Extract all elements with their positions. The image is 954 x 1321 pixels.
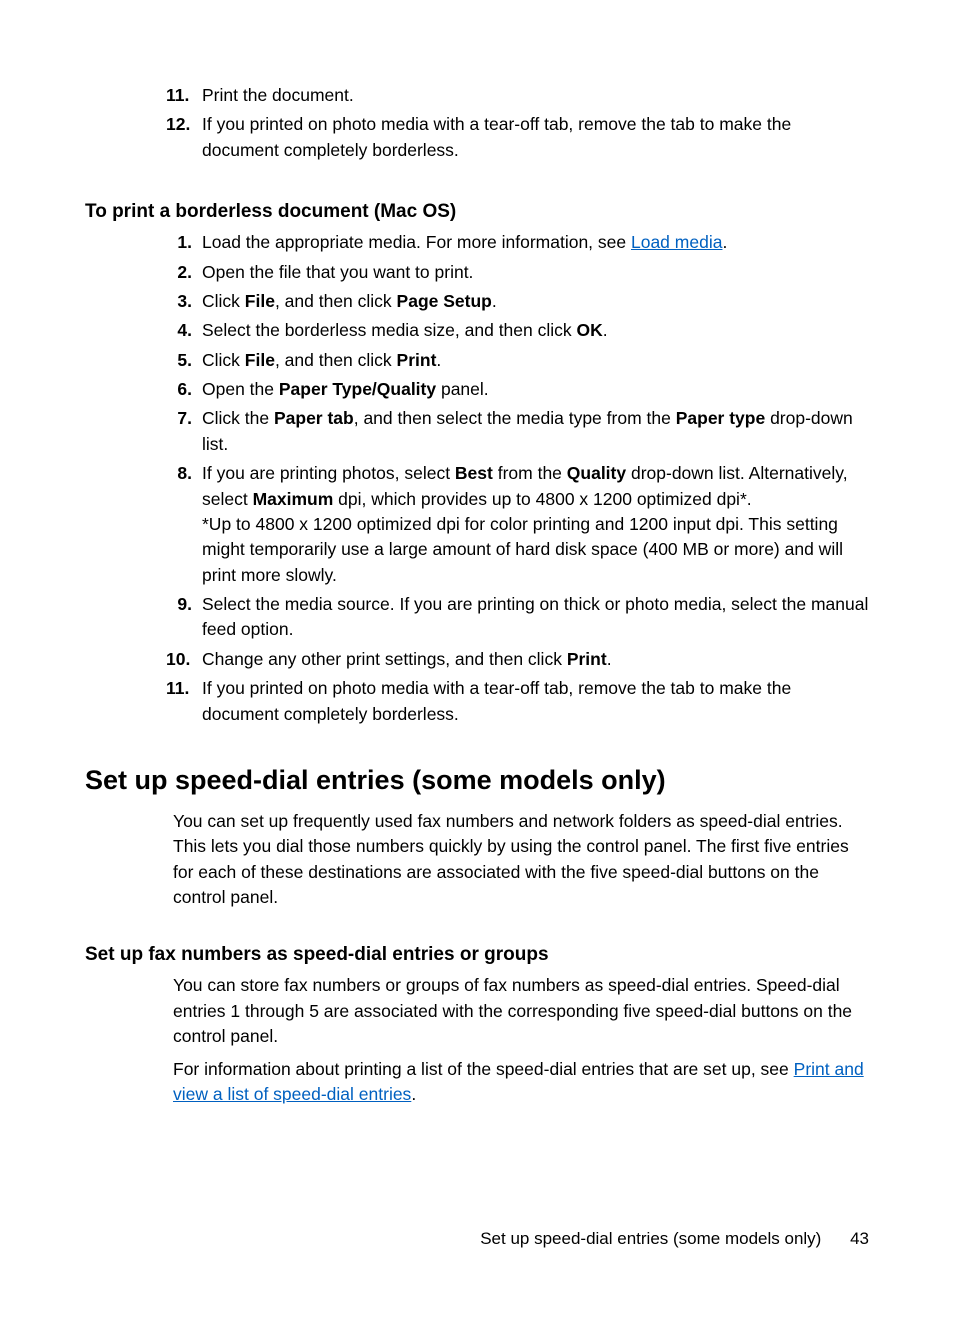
- speed-dial-intro: You can set up frequently used fax numbe…: [173, 809, 869, 911]
- step-number: 3.: [166, 289, 202, 314]
- step-text: Load the appropriate media. For more inf…: [202, 230, 869, 255]
- footer-section-title: Set up speed-dial entries (some models o…: [480, 1229, 821, 1248]
- mac-step-8: 8. If you are printing photos, select Be…: [166, 461, 869, 588]
- step-number: 1.: [166, 230, 202, 255]
- load-media-link[interactable]: Load media: [631, 232, 722, 252]
- step-12: 12. If you printed on photo media with a…: [166, 112, 869, 163]
- step-text: Open the file that you want to print.: [202, 260, 869, 285]
- step-text: Change any other print settings, and the…: [202, 647, 869, 672]
- step-text: If you printed on photo media with a tea…: [202, 112, 869, 163]
- step-number: 2.: [166, 260, 202, 285]
- mac-step-6: 6. Open the Paper Type/Quality panel.: [166, 377, 869, 402]
- mac-os-heading: To print a borderless document (Mac OS): [85, 201, 869, 223]
- mac-step-9: 9. Select the media source. If you are p…: [166, 592, 869, 643]
- page-number: 43: [850, 1229, 869, 1248]
- step-number: 11.: [166, 676, 202, 727]
- step-number: 6.: [166, 377, 202, 402]
- step-number: 5.: [166, 348, 202, 373]
- mac-step-1: 1. Load the appropriate media. For more …: [166, 230, 869, 255]
- mac-step-5: 5. Click File, and then click Print.: [166, 348, 869, 373]
- speed-dial-heading: Set up speed-dial entries (some models o…: [85, 765, 869, 796]
- step-number: 9.: [166, 592, 202, 643]
- step-text: Click File, and then click Page Setup.: [202, 289, 869, 314]
- step-number: 8.: [166, 461, 202, 588]
- fax-paragraph-2: For information about printing a list of…: [173, 1057, 869, 1108]
- step-text: If you are printing photos, select Best …: [202, 461, 869, 588]
- mac-step-10: 10. Change any other print settings, and…: [166, 647, 869, 672]
- step-number: 10.: [166, 647, 202, 672]
- step-number: 4.: [166, 318, 202, 343]
- step-number: 11.: [166, 83, 202, 108]
- step-text: Print the document.: [202, 83, 869, 108]
- step-number: 7.: [166, 406, 202, 457]
- step-text: Open the Paper Type/Quality panel.: [202, 377, 869, 402]
- step-11: 11. Print the document.: [166, 83, 869, 108]
- mac-step-11: 11. If you printed on photo media with a…: [166, 676, 869, 727]
- step-text: Click the Paper tab, and then select the…: [202, 406, 869, 457]
- step-text: Select the borderless media size, and th…: [202, 318, 869, 343]
- mac-step-2: 2. Open the file that you want to print.: [166, 260, 869, 285]
- mac-step-4: 4. Select the borderless media size, and…: [166, 318, 869, 343]
- fax-heading: Set up fax numbers as speed-dial entries…: [85, 944, 869, 966]
- mac-step-3: 3. Click File, and then click Page Setup…: [166, 289, 869, 314]
- step-text: Select the media source. If you are prin…: [202, 592, 869, 643]
- fax-paragraph-1: You can store fax numbers or groups of f…: [173, 973, 869, 1049]
- continued-steps-list: 11. Print the document. 12. If you print…: [166, 83, 869, 163]
- mac-steps-list: 1. Load the appropriate media. For more …: [166, 230, 869, 727]
- step-text: If you printed on photo media with a tea…: [202, 676, 869, 727]
- page-footer: Set up speed-dial entries (some models o…: [85, 1229, 869, 1249]
- step-number: 12.: [166, 112, 202, 163]
- step-text: Click File, and then click Print.: [202, 348, 869, 373]
- mac-step-7: 7. Click the Paper tab, and then select …: [166, 406, 869, 457]
